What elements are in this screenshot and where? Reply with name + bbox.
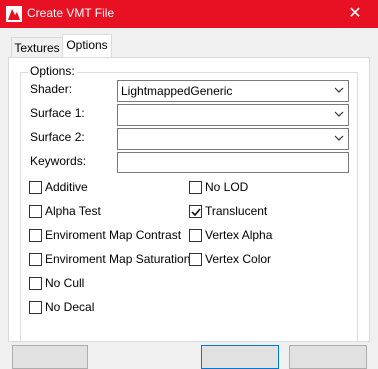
checkbox-box[interactable] [29, 205, 42, 218]
bottom-button-left[interactable] [12, 345, 88, 369]
close-icon: ✕ [348, 5, 362, 22]
surface2-label: Surface 2: [30, 130, 85, 144]
surface1-label: Surface 1: [30, 106, 85, 120]
surface1-select[interactable] [117, 104, 349, 126]
checkbox-label: Enviroment Map Saturation [45, 252, 191, 266]
keywords-input[interactable] [117, 152, 349, 173]
tab-label: Textures [14, 41, 60, 55]
checkbox-box[interactable] [189, 205, 202, 218]
checkbox-box[interactable] [29, 229, 42, 242]
checkbox-label: Translucent [205, 204, 268, 218]
checkbox-box[interactable] [29, 253, 42, 266]
surface2-select[interactable] [117, 128, 349, 150]
checkbox-label: No LOD [205, 180, 249, 194]
chevron-down-icon [334, 87, 344, 93]
checkbox-box[interactable] [29, 277, 42, 290]
shader-select[interactable]: LightmappedGeneric [117, 80, 349, 102]
keywords-label: Keywords: [30, 154, 87, 168]
shader-value: LightmappedGeneric [121, 84, 233, 98]
tab-label: Options [66, 38, 108, 52]
tab-options[interactable]: Options [62, 34, 112, 57]
tab-textures[interactable]: Textures [11, 37, 63, 57]
options-group-title: Options: [28, 64, 77, 78]
shader-label: Shader: [30, 82, 73, 96]
title-bar: Create VMT File ✕ [0, 0, 378, 28]
checkbox-label: No Decal [45, 300, 95, 314]
checkbox-label: Additive [45, 180, 88, 194]
checkbox-box[interactable] [29, 181, 42, 194]
app-icon [6, 6, 22, 22]
checkbox-box[interactable] [29, 301, 42, 314]
checkbox-box[interactable] [189, 253, 202, 266]
checkbox-label: No Cull [45, 276, 85, 290]
chevron-down-icon [334, 135, 344, 141]
chevron-down-icon [334, 111, 344, 117]
checkmark-icon [191, 208, 201, 217]
checkbox-box[interactable] [189, 229, 202, 242]
checkbox-label: Enviroment Map Contrast [45, 228, 182, 242]
checkbox-label: Vertex Color [205, 252, 272, 266]
checkbox-box[interactable] [189, 181, 202, 194]
bottom-button-right[interactable] [289, 345, 367, 369]
checkbox-label: Alpha Test [45, 204, 101, 218]
bottom-button-default[interactable] [201, 345, 279, 369]
window-title: Create VMT File [27, 6, 115, 20]
close-button[interactable]: ✕ [332, 0, 378, 28]
checkbox-label: Vertex Alpha [205, 228, 273, 242]
